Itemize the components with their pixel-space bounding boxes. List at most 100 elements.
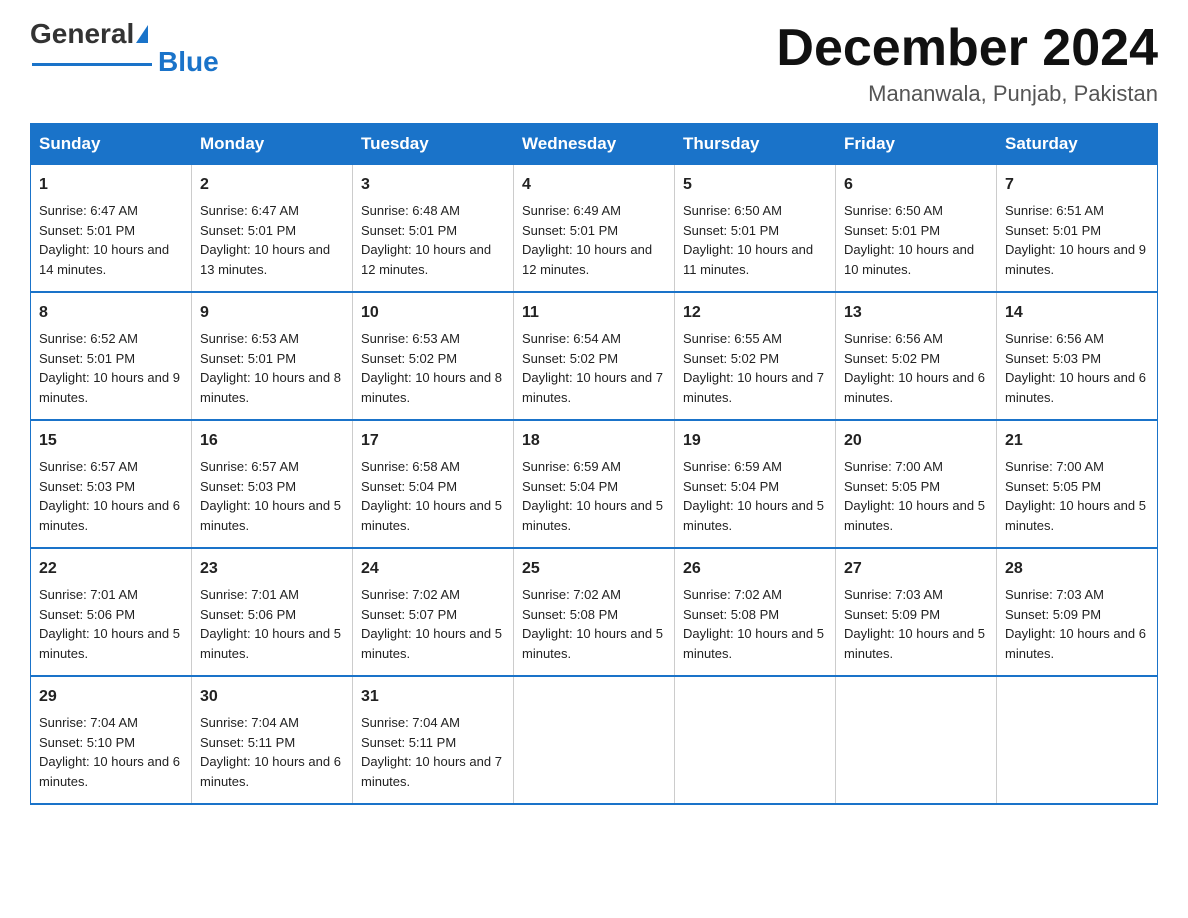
table-row: 29 Sunrise: 7:04 AM Sunset: 5:10 PM Dayl… bbox=[31, 676, 192, 804]
day-number: 12 bbox=[683, 301, 827, 325]
sunrise-label: Sunrise: 7:03 AM bbox=[1005, 587, 1104, 602]
sunrise-label: Sunrise: 7:01 AM bbox=[39, 587, 138, 602]
sunrise-label: Sunrise: 6:53 AM bbox=[361, 331, 460, 346]
daylight-label: Daylight: 10 hours and 7 minutes. bbox=[683, 370, 824, 405]
day-number: 2 bbox=[200, 173, 344, 197]
calendar-week-row: 1 Sunrise: 6:47 AM Sunset: 5:01 PM Dayli… bbox=[31, 165, 1158, 293]
daylight-label: Daylight: 10 hours and 5 minutes. bbox=[39, 626, 180, 661]
page-header: General Blue December 2024 Mananwala, Pu… bbox=[30, 20, 1158, 107]
sunrise-label: Sunrise: 6:54 AM bbox=[522, 331, 621, 346]
sunset-label: Sunset: 5:09 PM bbox=[844, 607, 940, 622]
day-number: 1 bbox=[39, 173, 183, 197]
daylight-label: Daylight: 10 hours and 6 minutes. bbox=[39, 498, 180, 533]
sunrise-label: Sunrise: 6:51 AM bbox=[1005, 203, 1104, 218]
daylight-label: Daylight: 10 hours and 7 minutes. bbox=[522, 370, 663, 405]
calendar-week-row: 29 Sunrise: 7:04 AM Sunset: 5:10 PM Dayl… bbox=[31, 676, 1158, 804]
sunset-label: Sunset: 5:04 PM bbox=[522, 479, 618, 494]
sunrise-label: Sunrise: 7:03 AM bbox=[844, 587, 943, 602]
title-block: December 2024 Mananwala, Punjab, Pakista… bbox=[776, 20, 1158, 107]
sunrise-label: Sunrise: 6:58 AM bbox=[361, 459, 460, 474]
daylight-label: Daylight: 10 hours and 8 minutes. bbox=[200, 370, 341, 405]
table-row: 14 Sunrise: 6:56 AM Sunset: 5:03 PM Dayl… bbox=[997, 292, 1158, 420]
sunrise-label: Sunrise: 6:59 AM bbox=[522, 459, 621, 474]
sunrise-label: Sunrise: 6:48 AM bbox=[361, 203, 460, 218]
day-number: 31 bbox=[361, 685, 505, 709]
sunset-label: Sunset: 5:03 PM bbox=[1005, 351, 1101, 366]
month-year-title: December 2024 bbox=[776, 20, 1158, 77]
sunrise-label: Sunrise: 6:47 AM bbox=[39, 203, 138, 218]
day-number: 4 bbox=[522, 173, 666, 197]
table-row: 6 Sunrise: 6:50 AM Sunset: 5:01 PM Dayli… bbox=[836, 165, 997, 293]
day-number: 7 bbox=[1005, 173, 1149, 197]
table-row: 8 Sunrise: 6:52 AM Sunset: 5:01 PM Dayli… bbox=[31, 292, 192, 420]
sunrise-label: Sunrise: 6:53 AM bbox=[200, 331, 299, 346]
logo-text-blue: Blue bbox=[158, 48, 219, 76]
table-row: 3 Sunrise: 6:48 AM Sunset: 5:01 PM Dayli… bbox=[353, 165, 514, 293]
day-number: 8 bbox=[39, 301, 183, 325]
table-row: 13 Sunrise: 6:56 AM Sunset: 5:02 PM Dayl… bbox=[836, 292, 997, 420]
day-number: 11 bbox=[522, 301, 666, 325]
col-saturday: Saturday bbox=[997, 124, 1158, 165]
sunset-label: Sunset: 5:09 PM bbox=[1005, 607, 1101, 622]
sunrise-label: Sunrise: 6:56 AM bbox=[1005, 331, 1104, 346]
daylight-label: Daylight: 10 hours and 5 minutes. bbox=[1005, 498, 1146, 533]
daylight-label: Daylight: 10 hours and 5 minutes. bbox=[200, 626, 341, 661]
sunset-label: Sunset: 5:05 PM bbox=[1005, 479, 1101, 494]
location-subtitle: Mananwala, Punjab, Pakistan bbox=[776, 81, 1158, 107]
col-friday: Friday bbox=[836, 124, 997, 165]
day-number: 27 bbox=[844, 557, 988, 581]
calendar-table: Sunday Monday Tuesday Wednesday Thursday… bbox=[30, 123, 1158, 805]
sunset-label: Sunset: 5:01 PM bbox=[39, 351, 135, 366]
day-number: 9 bbox=[200, 301, 344, 325]
day-number: 3 bbox=[361, 173, 505, 197]
sunset-label: Sunset: 5:02 PM bbox=[683, 351, 779, 366]
daylight-label: Daylight: 10 hours and 5 minutes. bbox=[522, 626, 663, 661]
day-number: 15 bbox=[39, 429, 183, 453]
day-number: 17 bbox=[361, 429, 505, 453]
sunset-label: Sunset: 5:10 PM bbox=[39, 735, 135, 750]
table-row: 20 Sunrise: 7:00 AM Sunset: 5:05 PM Dayl… bbox=[836, 420, 997, 548]
col-tuesday: Tuesday bbox=[353, 124, 514, 165]
day-number: 18 bbox=[522, 429, 666, 453]
day-number: 24 bbox=[361, 557, 505, 581]
sunrise-label: Sunrise: 6:49 AM bbox=[522, 203, 621, 218]
sunset-label: Sunset: 5:01 PM bbox=[200, 223, 296, 238]
table-row bbox=[514, 676, 675, 804]
daylight-label: Daylight: 10 hours and 6 minutes. bbox=[844, 370, 985, 405]
table-row: 23 Sunrise: 7:01 AM Sunset: 5:06 PM Dayl… bbox=[192, 548, 353, 676]
day-number: 20 bbox=[844, 429, 988, 453]
table-row: 28 Sunrise: 7:03 AM Sunset: 5:09 PM Dayl… bbox=[997, 548, 1158, 676]
sunrise-label: Sunrise: 6:47 AM bbox=[200, 203, 299, 218]
logo-line bbox=[32, 63, 152, 66]
sunrise-label: Sunrise: 6:50 AM bbox=[844, 203, 943, 218]
logo-text-general: General bbox=[30, 20, 134, 48]
day-number: 21 bbox=[1005, 429, 1149, 453]
daylight-label: Daylight: 10 hours and 5 minutes. bbox=[361, 626, 502, 661]
sunset-label: Sunset: 5:04 PM bbox=[361, 479, 457, 494]
sunset-label: Sunset: 5:07 PM bbox=[361, 607, 457, 622]
daylight-label: Daylight: 10 hours and 5 minutes. bbox=[361, 498, 502, 533]
table-row: 16 Sunrise: 6:57 AM Sunset: 5:03 PM Dayl… bbox=[192, 420, 353, 548]
sunset-label: Sunset: 5:02 PM bbox=[844, 351, 940, 366]
sunset-label: Sunset: 5:01 PM bbox=[844, 223, 940, 238]
sunrise-label: Sunrise: 7:02 AM bbox=[683, 587, 782, 602]
table-row bbox=[675, 676, 836, 804]
daylight-label: Daylight: 10 hours and 8 minutes. bbox=[361, 370, 502, 405]
calendar-week-row: 22 Sunrise: 7:01 AM Sunset: 5:06 PM Dayl… bbox=[31, 548, 1158, 676]
sunrise-label: Sunrise: 6:59 AM bbox=[683, 459, 782, 474]
daylight-label: Daylight: 10 hours and 5 minutes. bbox=[683, 626, 824, 661]
table-row: 22 Sunrise: 7:01 AM Sunset: 5:06 PM Dayl… bbox=[31, 548, 192, 676]
table-row: 5 Sunrise: 6:50 AM Sunset: 5:01 PM Dayli… bbox=[675, 165, 836, 293]
sunset-label: Sunset: 5:03 PM bbox=[39, 479, 135, 494]
col-wednesday: Wednesday bbox=[514, 124, 675, 165]
calendar-header-row: Sunday Monday Tuesday Wednesday Thursday… bbox=[31, 124, 1158, 165]
day-number: 10 bbox=[361, 301, 505, 325]
sunset-label: Sunset: 5:06 PM bbox=[39, 607, 135, 622]
day-number: 6 bbox=[844, 173, 988, 197]
day-number: 26 bbox=[683, 557, 827, 581]
sunset-label: Sunset: 5:01 PM bbox=[200, 351, 296, 366]
sunset-label: Sunset: 5:05 PM bbox=[844, 479, 940, 494]
sunset-label: Sunset: 5:02 PM bbox=[522, 351, 618, 366]
sunset-label: Sunset: 5:01 PM bbox=[1005, 223, 1101, 238]
table-row: 4 Sunrise: 6:49 AM Sunset: 5:01 PM Dayli… bbox=[514, 165, 675, 293]
